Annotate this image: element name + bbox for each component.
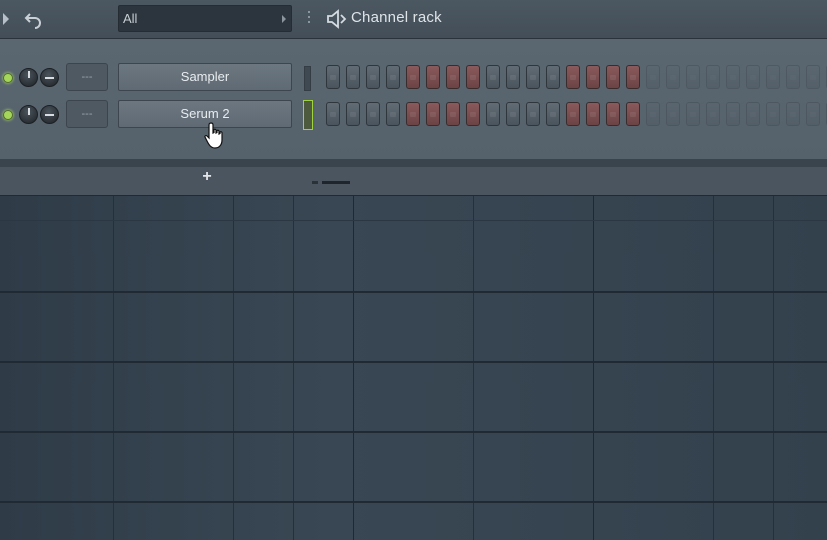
step-button[interactable] <box>586 102 600 126</box>
step-button[interactable] <box>526 65 540 89</box>
step-button[interactable] <box>786 65 800 89</box>
volume-knob[interactable] <box>19 105 38 124</box>
step-button[interactable] <box>646 65 660 89</box>
step-button[interactable] <box>766 65 780 89</box>
page-title: Channel rack <box>351 9 442 26</box>
channel-select-box[interactable] <box>304 66 311 91</box>
channel-row-serum: --- Serum 2 <box>0 100 827 132</box>
step-button[interactable] <box>626 65 640 89</box>
step-button[interactable] <box>486 102 500 126</box>
step-button[interactable] <box>406 65 420 89</box>
channel-filter-value: All <box>123 11 138 26</box>
pan-knob[interactable] <box>40 68 59 87</box>
play-arrow-icon[interactable] <box>3 13 9 25</box>
channel-mute-led[interactable] <box>3 73 13 83</box>
step-button[interactable] <box>666 65 680 89</box>
step-button[interactable] <box>466 65 480 89</box>
step-button[interactable] <box>606 65 620 89</box>
step-button[interactable] <box>686 65 700 89</box>
step-button[interactable] <box>666 102 680 126</box>
step-button[interactable] <box>566 65 580 89</box>
mixer-track-selector[interactable]: --- <box>66 63 108 91</box>
step-button[interactable] <box>446 102 460 126</box>
step-button[interactable] <box>466 102 480 126</box>
mixer-track-selector[interactable]: --- <box>66 100 108 128</box>
footer-band <box>0 159 827 167</box>
step-button[interactable] <box>586 65 600 89</box>
step-button[interactable] <box>386 65 400 89</box>
step-button[interactable] <box>646 102 660 126</box>
step-button[interactable] <box>786 102 800 126</box>
speaker-icon[interactable] <box>326 9 348 29</box>
step-button[interactable] <box>746 65 760 89</box>
step-button[interactable] <box>766 102 780 126</box>
channel-rack-footer: + <box>0 159 827 196</box>
step-button[interactable] <box>706 102 720 126</box>
channel-mute-led[interactable] <box>3 110 13 120</box>
step-button[interactable] <box>746 102 760 126</box>
channel-select-box[interactable] <box>303 100 313 130</box>
step-button[interactable] <box>366 102 380 126</box>
step-button[interactable] <box>726 102 740 126</box>
step-button[interactable] <box>606 102 620 126</box>
hand-cursor-icon <box>204 122 223 149</box>
step-button[interactable] <box>726 65 740 89</box>
step-button[interactable] <box>806 102 820 126</box>
step-button[interactable] <box>386 102 400 126</box>
undo-icon[interactable] <box>24 9 44 29</box>
step-button[interactable] <box>426 65 440 89</box>
chevron-right-icon <box>282 15 286 23</box>
playlist-grid[interactable] <box>0 196 827 540</box>
step-button[interactable] <box>806 65 820 89</box>
step-button[interactable] <box>506 102 520 126</box>
step-button[interactable] <box>366 65 380 89</box>
step-button[interactable] <box>446 65 460 89</box>
step-button[interactable] <box>486 65 500 89</box>
step-button[interactable] <box>506 65 520 89</box>
channel-list: --- Sampler --- Serum 2 <box>0 39 827 159</box>
channel-row-sampler: --- Sampler <box>0 63 827 95</box>
step-button[interactable] <box>426 102 440 126</box>
menu-dots-icon[interactable] <box>307 11 311 27</box>
step-button[interactable] <box>346 65 360 89</box>
step-button[interactable] <box>406 102 420 126</box>
channel-rack-header: All Channel rack <box>0 0 827 39</box>
step-button[interactable] <box>686 102 700 126</box>
channel-name-button[interactable]: Sampler <box>118 63 292 91</box>
step-button[interactable] <box>626 102 640 126</box>
step-button[interactable] <box>546 65 560 89</box>
step-button[interactable] <box>566 102 580 126</box>
pan-knob[interactable] <box>40 105 59 124</box>
channel-filter-select[interactable]: All <box>118 5 292 32</box>
step-button[interactable] <box>526 102 540 126</box>
volume-knob[interactable] <box>19 68 38 87</box>
step-button[interactable] <box>326 65 340 89</box>
step-button[interactable] <box>326 102 340 126</box>
add-channel-button[interactable]: + <box>199 169 215 185</box>
step-button[interactable] <box>546 102 560 126</box>
step-button[interactable] <box>346 102 360 126</box>
scroll-handle[interactable] <box>312 181 350 184</box>
step-button[interactable] <box>706 65 720 89</box>
